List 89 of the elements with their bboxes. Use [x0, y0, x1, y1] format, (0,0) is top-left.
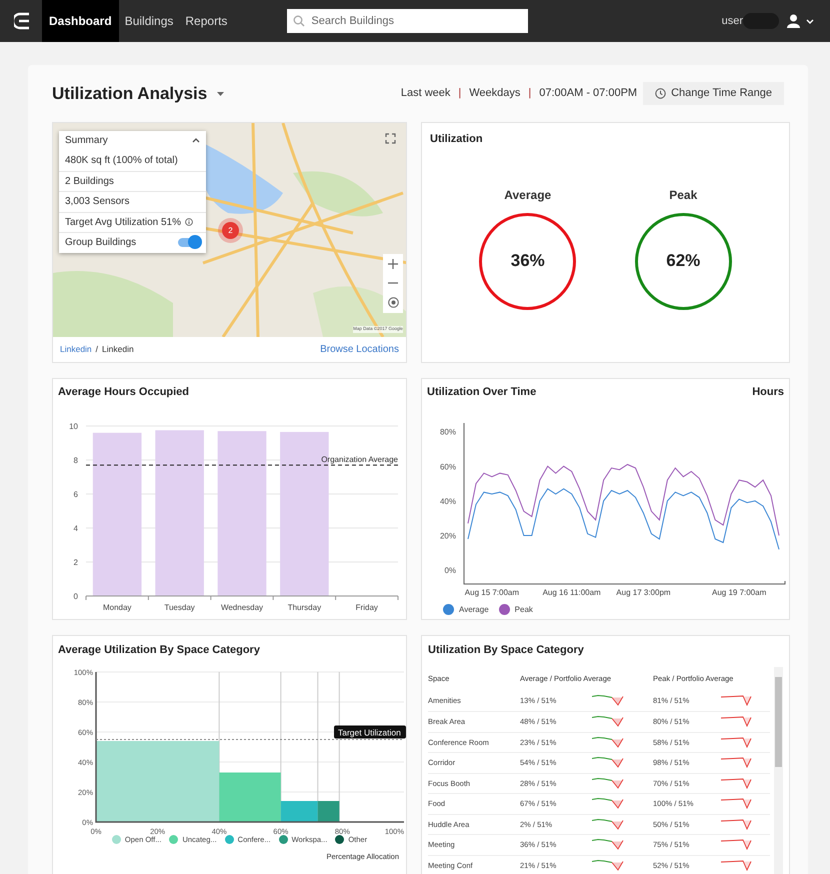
- hours-label: Hours: [752, 385, 784, 400]
- ref-line-label: Target Utilization: [338, 727, 402, 737]
- scrollbar[interactable]: [774, 666, 783, 874]
- clock-icon: [655, 88, 666, 99]
- sparkline-drawing: [592, 757, 624, 768]
- logo-icon[interactable]: [14, 12, 30, 30]
- nav-tab[interactable]: Dashboard: [42, 0, 119, 42]
- page-title: Utilization Analysis: [52, 82, 208, 105]
- sparkline-drawing: [592, 860, 624, 871]
- sparkline-drawing: [721, 839, 753, 850]
- filter-label: 07:00AM - 07:00PM: [539, 86, 638, 102]
- sparkline-drawing: [592, 695, 624, 706]
- info-icon[interactable]: [185, 218, 193, 226]
- reference-label: Organization Average: [321, 454, 398, 464]
- nav-tab[interactable]: Buildings: [118, 0, 180, 42]
- legend-label: Peak: [514, 604, 533, 616]
- sparkline-drawing: [721, 736, 753, 748]
- separator: |: [458, 86, 462, 102]
- axis-category-label: Tuesday: [164, 602, 195, 612]
- search-icon: [293, 15, 306, 27]
- panel-title: Utilization By Space Category: [428, 643, 585, 658]
- summary-item: 3,003 Sensors: [65, 195, 130, 210]
- browse-locations-link[interactable]: Browse Locations: [320, 342, 399, 357]
- axis-tick-label: Aug 15 7:00am: [464, 588, 520, 596]
- separator: |: [528, 86, 532, 102]
- sparkline-drawing: [592, 839, 624, 850]
- breadcrumb-link[interactable]: Linkedin: [60, 343, 92, 356]
- sparkline-drawing: [721, 778, 753, 789]
- axis-tick-label: 60%: [440, 462, 456, 471]
- sparkline-drawing: [721, 798, 753, 810]
- sparkline-drawing: [592, 798, 624, 810]
- axis-tick-label: 80%: [440, 427, 456, 436]
- axis-tick-label: Aug 17 3:00pm: [616, 588, 671, 596]
- filter-label: Weekdays: [469, 86, 520, 102]
- panel-title: Average Utilization By Space Category: [58, 643, 261, 658]
- sparkline-drawing: [592, 778, 624, 789]
- panel-title: Average Hours Occupied: [58, 385, 190, 400]
- target-tag: Target Utilization: [334, 725, 406, 738]
- zoom-in-icon[interactable]: [388, 259, 398, 269]
- panel-title: Utilization Over Time: [427, 385, 536, 400]
- axis-tick-label: 4: [74, 524, 78, 532]
- sparkline-drawing: [592, 818, 624, 830]
- user-icon[interactable]: [787, 14, 800, 28]
- axis-category-label: Monday: [102, 602, 132, 612]
- panel-title: Utilization: [430, 132, 484, 147]
- axis-category-label: Wednesday: [220, 602, 264, 612]
- sparkline-drawing: [721, 716, 753, 728]
- caret-icon[interactable]: [217, 92, 224, 96]
- summary-item: 480K sq ft (100% of total): [65, 154, 178, 168]
- breadcrumb-separator: /: [96, 343, 98, 356]
- axis-tick-label: Aug 19 7:00am: [712, 588, 766, 596]
- toggle-switch[interactable]: [178, 238, 200, 248]
- sparkline-drawing: [721, 695, 753, 706]
- sparkline-drawing: [592, 736, 624, 748]
- axis-tick-label: 10: [69, 422, 78, 430]
- locate-icon[interactable]: [388, 297, 398, 308]
- summary-item: Group Buildings: [65, 236, 136, 250]
- filter-label: Last week: [400, 86, 450, 102]
- axis-tick-label: 40%: [440, 496, 456, 506]
- gauge-ring: 62%: [634, 212, 732, 310]
- sparkline-drawing: [721, 818, 753, 830]
- gauge-label: Average: [504, 186, 552, 204]
- axis-category-label: Friday: [356, 602, 378, 612]
- summary-item: 2 Buildings: [65, 174, 114, 189]
- search-field[interactable]: Search Buildings: [287, 9, 528, 33]
- summary-item: Target Avg Utilization 51%: [65, 216, 181, 230]
- axis-tick-label: 6: [74, 490, 78, 498]
- nav-tab[interactable]: Reports: [179, 0, 234, 42]
- axis-tick-label: 8: [74, 456, 78, 464]
- breadcrumb-current: Linkedin: [102, 343, 134, 356]
- axis-tick-label: 0%: [444, 566, 456, 575]
- summary-title: Summary: [65, 134, 108, 148]
- sparkline-drawing: [592, 716, 624, 728]
- axis-tick-label: 0: [74, 592, 78, 600]
- chevron-down-icon[interactable]: [806, 18, 814, 24]
- gauge-ring: 36%: [479, 212, 576, 310]
- search-input[interactable]: Search Buildings: [311, 12, 522, 30]
- collapse-caret-icon[interactable]: [192, 138, 200, 143]
- gauge-label: Peak: [669, 186, 698, 204]
- fullscreen-icon[interactable]: [385, 133, 396, 144]
- sparkline-drawing: [721, 860, 753, 871]
- axis-category-label: Thursday: [288, 602, 322, 612]
- axis-tick-label: 2: [74, 558, 78, 566]
- change-time-range-button[interactable]: Change Time Range: [643, 82, 784, 105]
- axis-tick-label: 20%: [440, 531, 456, 540]
- axis-tick-label: Aug 16 11:00am: [542, 588, 601, 596]
- sparkline-drawing: [721, 757, 753, 768]
- user-name[interactable]: user: [722, 12, 743, 30]
- legend-label: Average: [459, 604, 489, 616]
